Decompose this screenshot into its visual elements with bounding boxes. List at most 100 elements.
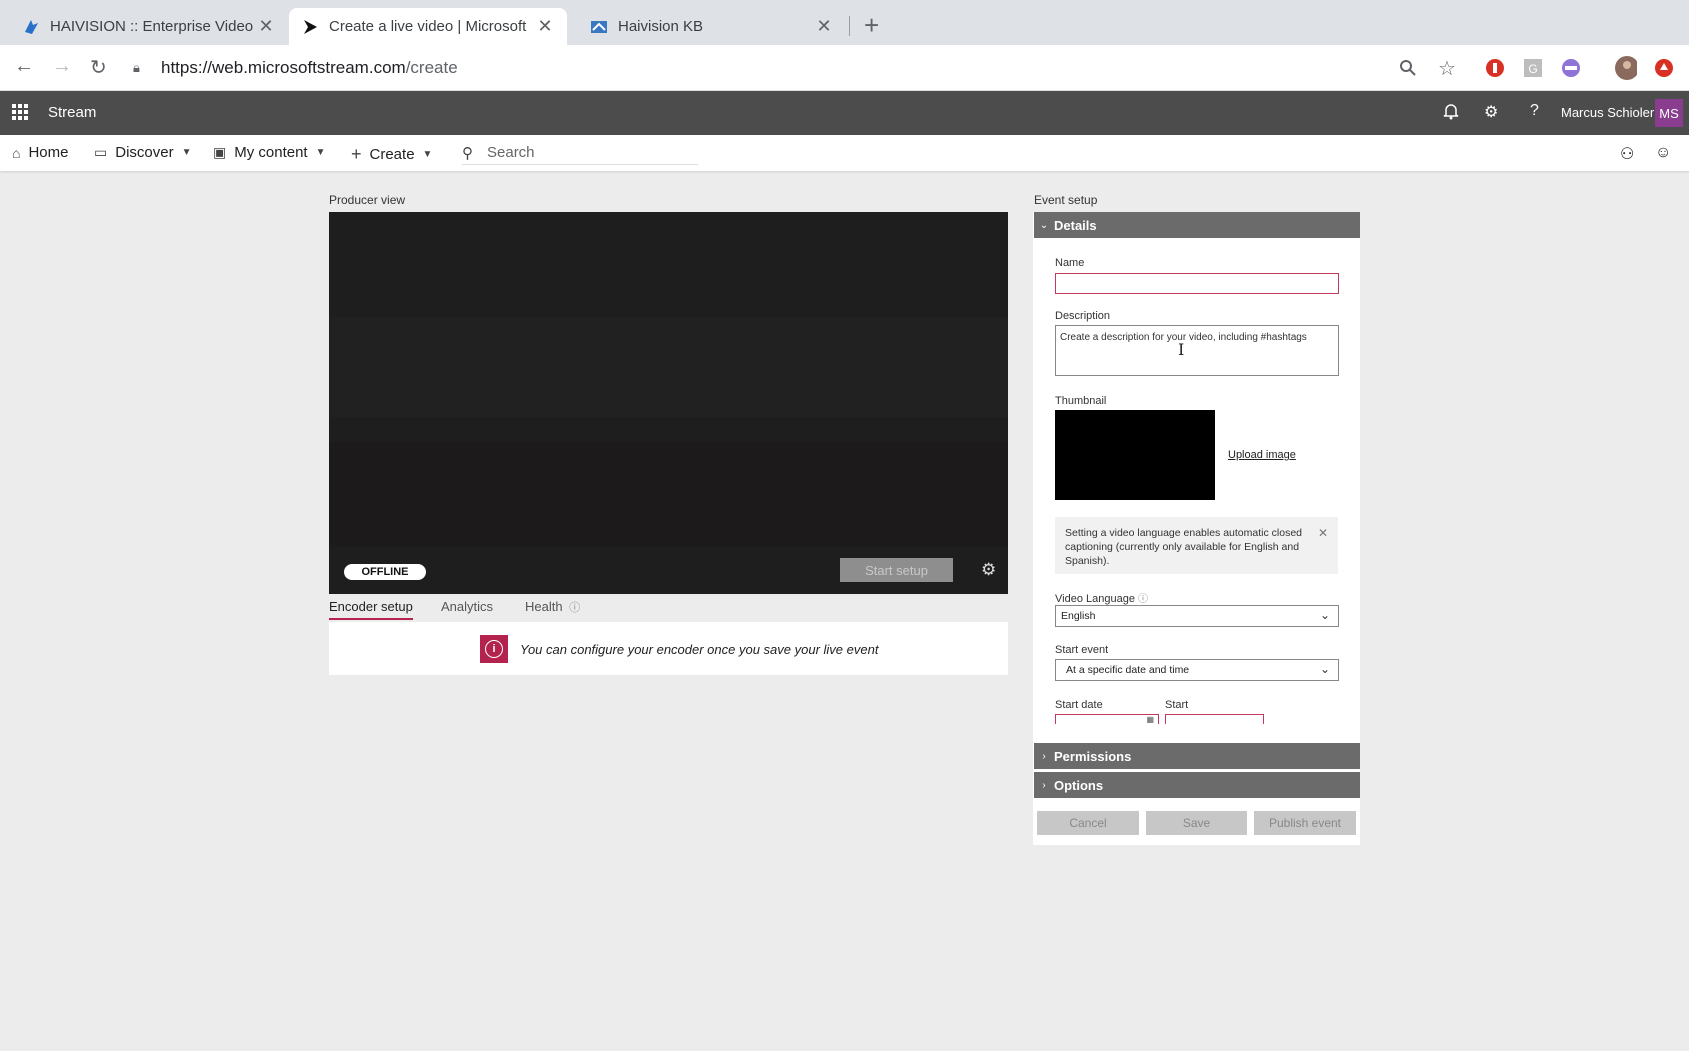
extension-red-icon[interactable] <box>1653 57 1675 79</box>
close-tab-icon[interactable]: ✕ <box>535 16 555 37</box>
new-tab-icon[interactable]: + <box>864 10 879 41</box>
tab-title: Create a live video | Microsoft <box>329 18 527 35</box>
close-icon[interactable]: ✕ <box>1318 526 1328 540</box>
person-icon[interactable]: ⚇ <box>1620 144 1634 164</box>
extension-shield-icon[interactable] <box>1484 57 1506 79</box>
tab-health[interactable]: Health ⓘ <box>525 599 580 615</box>
permissions-section-header[interactable]: › Permissions <box>1034 743 1360 769</box>
player-settings-gear-icon[interactable]: ⚙ <box>981 560 996 580</box>
permissions-title: Permissions <box>1054 748 1132 764</box>
encoder-message-text: You can configure your encoder once you … <box>520 641 879 657</box>
start-event-label: Start event <box>1055 644 1109 656</box>
extension-vpn-icon[interactable] <box>1560 57 1582 79</box>
start-time-field[interactable] <box>1165 714 1264 724</box>
nav-discover[interactable]: ▭ Discover ▼ <box>94 144 192 161</box>
browser-tab-stream[interactable]: Create a live video | Microsoft ✕ <box>289 8 567 45</box>
browser-tab-haivision-kb[interactable]: Haivision KB ✕ <box>568 8 846 45</box>
start-setup-button[interactable]: Start setup <box>840 558 953 582</box>
options-title: Options <box>1054 777 1104 793</box>
bookmark-star-icon[interactable]: ☆ <box>1436 57 1458 80</box>
plus-icon: + <box>351 144 362 164</box>
tab-separator <box>849 16 850 36</box>
video-language-value: English <box>1061 610 1096 622</box>
tab-analytics[interactable]: Analytics <box>441 599 493 614</box>
description-field[interactable]: Create a description for your video, inc… <box>1055 325 1339 376</box>
user-name[interactable]: Marcus Schioler <box>1561 105 1654 120</box>
encoder-panel: i You can configure your encoder once yo… <box>329 622 1008 675</box>
publish-event-button[interactable]: Publish event <box>1254 811 1356 835</box>
browser-toolbar: ← → ↻ 🔒︎ https://web.microsoftstream.com… <box>0 45 1689 91</box>
gear-icon[interactable]: ⚙ <box>1484 102 1498 122</box>
text-cursor-icon: I <box>1178 340 1185 359</box>
browser-tab-haivision[interactable]: HAIVISION :: Enterprise Video ✕ <box>0 8 288 45</box>
nav-create-label: Create <box>369 146 415 163</box>
lock-icon: 🔒︎ <box>133 60 140 75</box>
nav-create[interactable]: + Create ▼ <box>351 144 432 165</box>
extension-g-icon[interactable]: G <box>1522 57 1544 79</box>
tab-title: HAIVISION :: Enterprise Video <box>50 18 254 35</box>
stream-favicon-icon <box>301 18 319 36</box>
nav-home[interactable]: ⌂ Home <box>12 144 68 161</box>
tab-health-label: Health <box>525 599 563 614</box>
player-shade-band <box>329 317 1008 417</box>
upload-image-link[interactable]: Upload image <box>1228 449 1296 461</box>
start-event-select[interactable]: At a specific date and time ⌄ <box>1055 659 1339 681</box>
back-arrow-icon[interactable]: ← <box>14 55 34 78</box>
chevron-down-icon: ▼ <box>315 147 326 158</box>
tab-encoder-setup[interactable]: Encoder setup <box>329 599 413 620</box>
feedback-smiley-icon[interactable]: ☺ <box>1655 144 1671 162</box>
close-tab-icon[interactable]: ✕ <box>256 16 276 37</box>
nav-my-content[interactable]: ▣ My content ▼ <box>213 144 326 161</box>
search-icon: ⚲ <box>462 144 473 162</box>
save-button[interactable]: Save <box>1146 811 1247 835</box>
video-language-label-text: Video Language <box>1055 593 1135 605</box>
cancel-button[interactable]: Cancel <box>1037 811 1139 835</box>
options-section-header[interactable]: › Options <box>1034 772 1360 798</box>
event-setup-label: Event setup <box>1034 193 1098 207</box>
address-bar[interactable]: 🔒︎ https://web.microsoftstream.com/creat… <box>133 53 1418 83</box>
avatar[interactable]: MS <box>1655 99 1683 127</box>
reload-icon[interactable]: ↻ <box>90 55 107 80</box>
alert-info-icon: i <box>480 635 508 663</box>
my-content-icon: ▣ <box>213 144 227 160</box>
nav-my-content-label: My content <box>234 144 308 161</box>
close-tab-icon[interactable]: ✕ <box>814 16 834 37</box>
chevron-right-icon: › <box>1042 779 1046 791</box>
stream-nav-bar: ⌂ Home ▭ Discover ▼ ▣ My content ▼ + Cre… <box>0 135 1689 171</box>
zoom-icon[interactable] <box>1397 57 1419 79</box>
start-time-label: Start <box>1165 699 1189 711</box>
start-event-value: At a specific date and time <box>1066 664 1190 676</box>
start-date-label: Start date <box>1055 699 1103 711</box>
forward-arrow-icon[interactable]: → <box>52 55 72 78</box>
url-path: /create <box>405 58 458 77</box>
details-title: Details <box>1054 217 1097 233</box>
chevron-down-icon: ▼ <box>422 149 433 160</box>
help-icon[interactable]: ? <box>1530 102 1539 120</box>
language-notice-text: Setting a video language enables automat… <box>1065 527 1302 567</box>
video-player[interactable]: OFFLINE Start setup ⚙ <box>329 212 1008 594</box>
chevron-down-icon: ▼ <box>181 147 192 158</box>
details-section-header[interactable]: ⌄ Details <box>1034 212 1360 238</box>
producer-view-label: Producer view <box>329 193 406 207</box>
discover-icon: ▭ <box>94 144 108 160</box>
start-date-field[interactable]: ▦ <box>1055 714 1159 724</box>
browser-tab-strip: HAIVISION :: Enterprise Video ✕ Create a… <box>0 0 1689 45</box>
tab-title: Haivision KB <box>618 18 704 35</box>
app-launcher-icon[interactable] <box>12 104 28 120</box>
calendar-icon: ▦ <box>1146 715 1154 724</box>
thumbnail-label: Thumbnail <box>1055 395 1107 407</box>
haivision-kb-favicon-icon <box>590 18 608 36</box>
video-language-label: Video Language ⓘ <box>1055 590 1148 605</box>
chevron-down-icon: ⌄ <box>1039 219 1049 231</box>
video-language-select[interactable]: English ⌄ <box>1055 605 1339 627</box>
nav-discover-label: Discover <box>115 144 174 161</box>
profile-avatar-icon[interactable] <box>1615 56 1637 80</box>
haivision-favicon-icon <box>22 18 40 36</box>
search-input[interactable]: ⚲ Search <box>462 141 698 165</box>
info-icon: ⓘ <box>569 602 581 614</box>
app-brand[interactable]: Stream <box>48 104 96 121</box>
bell-icon[interactable] <box>1443 102 1459 125</box>
url-domain: https://web.microsoftstream.com <box>161 58 406 77</box>
name-label: Name <box>1055 257 1085 269</box>
name-field[interactable] <box>1055 273 1339 294</box>
